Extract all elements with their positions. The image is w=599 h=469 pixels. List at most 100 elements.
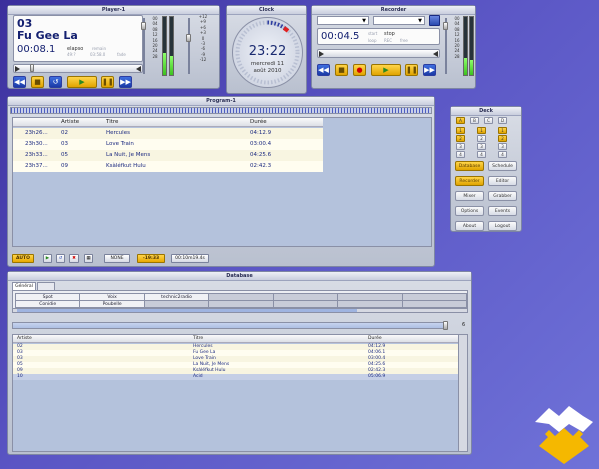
events-button[interactable]: Events <box>488 206 517 216</box>
database-tab-blank[interactable] <box>37 282 55 290</box>
player-play-button[interactable]: ▶ <box>67 76 97 88</box>
recorder-position-slider[interactable] <box>317 49 440 58</box>
category-empty[interactable] <box>337 293 403 301</box>
database-list[interactable]: Artiste Titre Durée 02 Hercules 04:12.9 … <box>12 334 468 452</box>
recorder-loop-label: loop <box>368 38 377 43</box>
program-countdown: -19:33 <box>137 254 165 263</box>
database-tab-general[interactable]: Général <box>12 282 36 290</box>
player-stop-button[interactable]: ■ <box>31 76 44 88</box>
program-repeat-button[interactable]: ↺ <box>56 254 65 263</box>
recorder-button[interactable]: Recorder <box>455 176 484 186</box>
mixer-button[interactable]: Mixer <box>455 191 484 201</box>
deck-cart-2c[interactable]: 2 <box>498 135 507 142</box>
database-list-scrollbar[interactable] <box>458 335 467 451</box>
database-list-header: Artiste Titre Durée <box>13 335 459 343</box>
about-button[interactable]: About <box>455 221 484 231</box>
deck-cart-1a[interactable]: 1 <box>456 127 465 134</box>
table-row[interactable]: 23h37... 09 Ksàléfkut Hulu 02:42.3 <box>13 161 323 172</box>
program-list[interactable]: Artiste Titre Durée 23h26... 02 Hercules… <box>12 117 432 247</box>
player-pause-button[interactable]: ❚❚ <box>101 76 114 88</box>
recorder-volume-handle[interactable] <box>443 22 448 30</box>
player-volume-handle[interactable] <box>141 22 146 30</box>
program-delete-button[interactable]: ✖ <box>69 254 79 263</box>
editor-button[interactable]: Editor <box>488 176 517 186</box>
recorder-rewind-button[interactable]: ◀◀ <box>317 64 330 76</box>
category-empty[interactable] <box>401 300 468 308</box>
recorder-time: 00:04.5 <box>321 31 360 42</box>
deck-cart-2a[interactable]: 2 <box>456 135 465 142</box>
table-row[interactable]: 23h33... 05 La Nuit, Je Mens 04:25.6 <box>13 150 323 161</box>
category-empty[interactable] <box>401 293 468 301</box>
database-filter-bar[interactable] <box>12 322 448 329</box>
grabber-button[interactable]: Grabber <box>488 191 517 201</box>
deck-cart-4a[interactable]: 4 <box>456 151 465 158</box>
category-empty[interactable] <box>272 293 339 301</box>
program-next-button[interactable]: ▶ <box>43 254 52 263</box>
category-voix[interactable]: Voix <box>79 293 145 301</box>
player-time: 00:08.1 <box>17 44 56 55</box>
category-empty[interactable] <box>272 300 339 308</box>
database-filter-handle[interactable] <box>443 321 448 330</box>
deck-bank-b[interactable]: B <box>470 117 479 124</box>
player-position-slider[interactable] <box>13 64 143 73</box>
logout-button[interactable]: Logout <box>488 221 517 231</box>
category-poubelle[interactable]: Poubelle <box>79 300 145 308</box>
program-waveform <box>10 107 432 114</box>
clock-time: 23:22 <box>248 44 287 59</box>
program-col-artiste[interactable]: Artiste <box>61 118 79 127</box>
category-empty[interactable] <box>208 300 274 308</box>
database-col-duree[interactable]: Durée <box>368 335 382 343</box>
database-title: Database <box>8 272 471 281</box>
player-loop-button[interactable]: ↺ <box>49 76 62 88</box>
database-button[interactable]: Database <box>455 161 484 171</box>
recorder-record-button[interactable]: ● <box>353 64 366 76</box>
schedule-button[interactable]: Schedule <box>488 161 517 171</box>
database-category-scrollbar[interactable] <box>12 308 468 313</box>
deck-cart-3c[interactable]: 3 <box>498 143 507 150</box>
deck-bank-c[interactable]: C <box>484 117 493 124</box>
player-track-name: Fu Gee La <box>17 29 78 42</box>
database-col-artiste[interactable]: Artiste <box>17 335 32 343</box>
recorder-save-icon[interactable] <box>429 15 440 26</box>
deck-bank-a[interactable]: A <box>456 117 465 124</box>
table-row-selected[interactable]: 10 Acid 05:06.9 <box>13 374 459 380</box>
deck-cart-2b[interactable]: 2 <box>477 135 486 142</box>
program-auto-button[interactable]: AUTO <box>12 254 34 263</box>
table-row[interactable]: 23h30... 03 Love Train 03:00.4 <box>13 139 323 150</box>
deck-cart-3a[interactable]: 3 <box>456 143 465 150</box>
recorder-pause-button[interactable]: ❚❚ <box>405 64 418 76</box>
deck-cart-4b[interactable]: 4 <box>477 151 486 158</box>
player-rewind-button[interactable]: ◀◀ <box>13 76 26 88</box>
deck-cart-3b[interactable]: 3 <box>477 143 486 150</box>
recorder-stop-button[interactable]: ■ <box>335 64 348 76</box>
program-none-button[interactable]: NONE <box>104 254 130 263</box>
program-total-duration: 00:10m19.4s <box>171 254 209 263</box>
player-pitch-track[interactable] <box>188 18 190 74</box>
table-row[interactable]: 23h26... 02 Hercules 04:12.9 <box>13 128 323 139</box>
recorder-source-select[interactable]: ▼ <box>317 16 369 25</box>
category-empty[interactable] <box>337 300 403 308</box>
category-technic2radio[interactable]: technic2radio <box>143 293 210 301</box>
recorder-format-select[interactable]: ▼ <box>373 16 425 25</box>
deck-cart-1b[interactable]: 1 <box>477 127 486 134</box>
player-elapsed-value: 49:? <box>67 52 76 57</box>
category-conidie[interactable]: Conidie <box>14 300 81 308</box>
program-col-duree[interactable]: Durée <box>250 118 267 127</box>
recorder-forward-button[interactable]: ▶▶ <box>423 64 436 76</box>
category-empty[interactable] <box>143 300 210 308</box>
recorder-stop-label: stop <box>384 31 395 37</box>
recorder-vu-left <box>463 16 468 76</box>
program-col-titre[interactable]: Titre <box>106 118 118 127</box>
deck-cart-1c[interactable]: 1 <box>498 127 507 134</box>
recorder-play-button[interactable]: ▶ <box>371 64 401 76</box>
program-save-button[interactable]: ▦ <box>84 254 93 263</box>
player-forward-button[interactable]: ▶▶ <box>119 76 132 88</box>
category-spot[interactable]: Spot <box>14 293 81 301</box>
category-empty[interactable] <box>208 293 274 301</box>
player-pitch-handle[interactable] <box>186 34 191 42</box>
deck-bank-d[interactable]: D <box>498 117 507 124</box>
player-position-handle[interactable] <box>30 64 34 72</box>
deck-cart-4c[interactable]: 4 <box>498 151 507 158</box>
options-button[interactable]: Options <box>455 206 484 216</box>
database-col-titre[interactable]: Titre <box>193 335 203 343</box>
